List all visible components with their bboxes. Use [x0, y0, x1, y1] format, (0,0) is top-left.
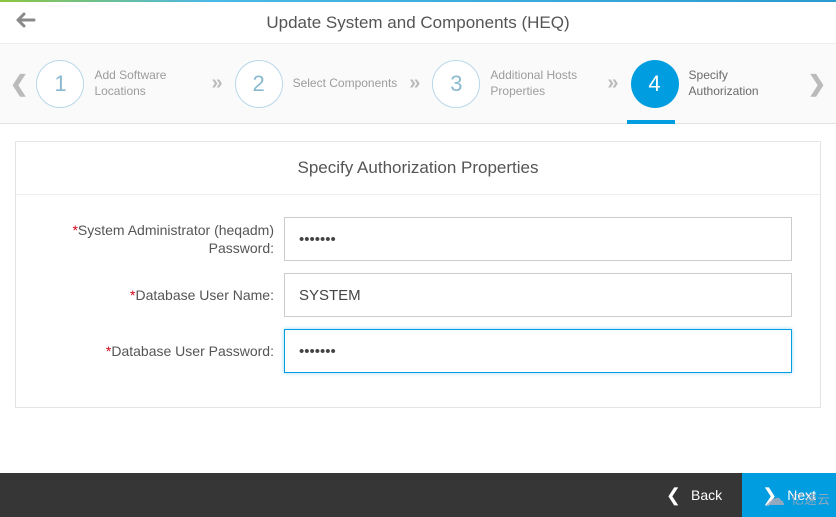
chevron-right-icon: » — [599, 72, 626, 95]
chevron-left-icon[interactable]: ❮ — [6, 71, 32, 97]
panel-title: Specify Authorization Properties — [16, 142, 820, 195]
db-password-row: *Database User Password: — [44, 329, 792, 373]
step-number: 4 — [631, 60, 679, 108]
step-number: 1 — [36, 60, 84, 108]
wizard-step-1[interactable]: 1 Add Software Locations — [32, 60, 203, 108]
wizard-step-2[interactable]: 2 Select Components — [231, 60, 402, 108]
step-number: 3 — [432, 60, 480, 108]
chevron-right-icon[interactable]: ❯ — [804, 71, 830, 97]
chevron-right-icon: ❯ — [762, 485, 777, 506]
chevron-right-icon: » — [203, 72, 230, 95]
header: Update System and Components (HEQ) — [0, 2, 836, 44]
step-label: Add Software Locations — [94, 68, 199, 99]
step-label: Select Components — [293, 76, 398, 92]
db-user-input[interactable] — [284, 273, 792, 317]
chevron-right-icon: » — [401, 72, 428, 95]
wizard-step-3[interactable]: 3 Additional Hosts Properties — [428, 60, 599, 108]
step-label: Additional Hosts Properties — [490, 68, 595, 99]
back-button[interactable]: ❮ Back — [646, 473, 742, 517]
back-label: Back — [691, 487, 722, 503]
wizard-step-4[interactable]: 4 Specify Authorization — [627, 60, 798, 108]
next-label: Next — [787, 487, 816, 503]
db-user-label: Database User Name: — [135, 287, 274, 303]
db-password-label: Database User Password: — [111, 343, 274, 359]
step-label: Specify Authorization — [689, 68, 794, 99]
admin-password-label: System Administrator (heqadm) Password: — [78, 222, 274, 256]
page-title: Update System and Components (HEQ) — [0, 13, 836, 33]
chevron-left-icon: ❮ — [666, 485, 681, 506]
wizard-steps: ❮ 1 Add Software Locations » 2 Select Co… — [0, 44, 836, 124]
step-number: 2 — [235, 60, 283, 108]
next-button[interactable]: ❯ Next — [742, 473, 836, 517]
admin-password-row: *System Administrator (heqadm) Password: — [44, 217, 792, 261]
bottom-bar: ❮ Back ❯ Next — [0, 473, 836, 517]
auth-panel: Specify Authorization Properties *System… — [16, 142, 820, 407]
admin-password-input[interactable] — [284, 217, 792, 261]
db-user-row: *Database User Name: — [44, 273, 792, 317]
db-password-input[interactable] — [284, 329, 792, 373]
